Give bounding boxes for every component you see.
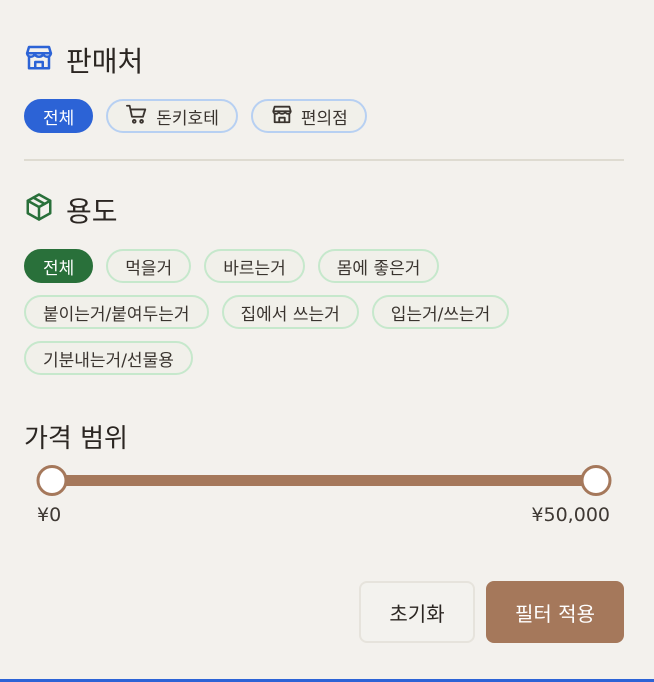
seller-title-text: 판매처 [66,45,144,78]
cart-icon [125,103,149,130]
slider-min-thumb[interactable] [36,465,68,496]
seller-chip-convenience[interactable]: 편의점 [250,99,367,133]
usage-chip-wearable[interactable]: 입는거/쓰는거 [371,295,510,329]
reset-button[interactable]: 초기화 [359,581,475,643]
usage-chip-household[interactable]: 집에서 쓰는거 [221,295,359,329]
price-min-label: ¥0 [37,504,62,526]
price-max-label: ¥50,000 [531,504,610,526]
chip-label: 편의점 [300,108,348,129]
slider-max-thumb[interactable] [580,465,612,496]
section-divider [24,159,624,161]
usage-chip-all[interactable]: 전체 [24,249,94,283]
price-range-title: 가격 범위 [24,424,128,454]
apply-filter-button[interactable]: 필터 적용 [486,581,624,643]
chip-label: 몸에 좋은거 [336,258,421,279]
chip-label: 붙이는거/붙여두는거 [43,304,190,325]
price-range-slider[interactable] [36,464,612,496]
chip-label: 기분내는거/선물용 [43,350,174,371]
usage-chip-gift[interactable]: 기분내는거/선물용 [24,341,193,375]
usage-chip-health[interactable]: 몸에 좋은거 [317,249,440,283]
chip-label: 입는거/쓰는거 [390,304,491,325]
usage-chip-topical[interactable]: 바르는거 [204,249,305,283]
box-icon [24,192,54,229]
chip-label: 집에서 쓰는거 [240,304,340,325]
chip-label: 먹을거 [125,258,173,279]
usage-title-text: 용도 [66,195,118,228]
store-icon [24,42,54,79]
usage-chip-group: 전체 먹을거 바르는거 몸에 좋은거 붙이는거/붙여두는거 집에서 쓰는거 입는… [24,249,624,387]
usage-chip-food[interactable]: 먹을거 [106,249,192,283]
slider-range-fill [52,475,596,486]
seller-section-title: 판매처 [24,40,143,80]
usage-chip-patch[interactable]: 붙이는거/붙여두는거 [24,295,209,329]
seller-chip-all[interactable]: 전체 [24,99,94,133]
chip-label: 전체 [43,258,75,279]
store-icon [270,103,294,130]
seller-chip-donki[interactable]: 돈키호테 [106,99,238,133]
seller-chip-group: 전체 돈키호테 편의점 [24,99,367,133]
chip-label: 바르는거 [223,258,286,279]
chip-label: 전체 [43,108,75,129]
usage-section-title: 용도 [24,190,118,230]
chip-label: 돈키호테 [156,108,219,129]
